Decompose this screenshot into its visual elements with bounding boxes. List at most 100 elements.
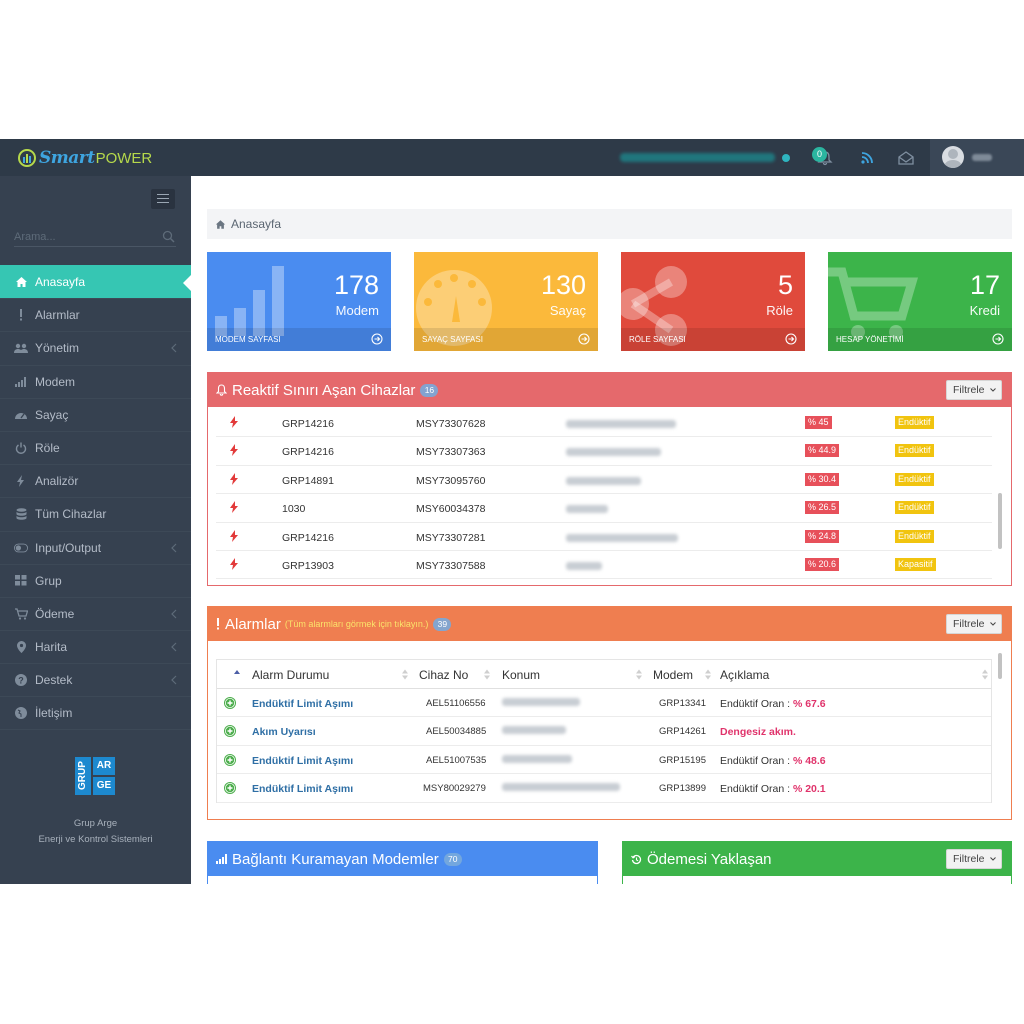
- alarm-status-cell: Akım Uyarısı: [252, 726, 316, 739]
- stat-footer-label: SAYAÇ SAYFASI: [422, 335, 483, 344]
- alarmlar-panel-header: Alarmlar (Tüm alarmları görmek için tıkl…: [208, 607, 1011, 641]
- sidebar-item-iletisim[interactable]: İletişim: [0, 696, 191, 730]
- sidebar-item-anasayfa[interactable]: Anasayfa: [0, 265, 191, 299]
- logo-mark-icon: [18, 149, 36, 167]
- modem-cell: GRP14216: [282, 446, 334, 459]
- bolt-icon: [230, 472, 238, 485]
- home-icon: [215, 219, 226, 229]
- alarmlar-title: Alarmlar: [225, 615, 281, 633]
- sort-icon[interactable]: [636, 669, 642, 680]
- table-row[interactable]: GRP14216 MSY73307363 % 44.9 Endüktif: [216, 437, 992, 466]
- chevron-left-icon: [171, 343, 177, 353]
- modem-cell: GRP14891: [282, 474, 334, 487]
- sidebar-item-tum-cihazlar[interactable]: Tüm Cihazlar: [0, 497, 191, 530]
- table-row[interactable]: GRP14216 MSY73307281 % 24.8 Endüktif: [216, 523, 992, 551]
- breadcrumb: Anasayfa: [207, 209, 1012, 239]
- sidebar-item-label: İletişim: [35, 706, 73, 721]
- stat-card-modem[interactable]: 178 Modem MODEM SAYFASI: [207, 252, 391, 351]
- online-status-dot: [782, 154, 790, 162]
- sidebar-item-input-output[interactable]: Input/Output: [0, 530, 191, 564]
- power-icon: [14, 441, 28, 455]
- sort-up-icon[interactable]: [234, 669, 240, 680]
- table-row[interactable]: Endüktif Limit Aşımı MSY80029279 GRP1389…: [217, 774, 991, 803]
- table-row[interactable]: Endüktif Limit Aşımı AEL51106556 GRP1334…: [217, 689, 991, 718]
- sort-icon[interactable]: [484, 669, 490, 680]
- alarm-status-cell: Endüktif Limit Aşımı: [252, 754, 354, 767]
- reaktif-filter-button[interactable]: Filtrele: [946, 380, 1002, 400]
- sidebar-item-sayac[interactable]: Sayaç: [0, 397, 191, 431]
- sidebar-item-grup[interactable]: Grup: [0, 563, 191, 597]
- history-icon: [631, 853, 643, 865]
- ratio-badge: % 20.6: [805, 557, 840, 571]
- alarmlar-filter-button[interactable]: Filtrele: [946, 614, 1002, 634]
- stat-footer-link[interactable]: MODEM SAYFASI: [207, 328, 391, 351]
- dashboard-icon: [14, 408, 28, 422]
- sidebar-item-yonetim[interactable]: Yönetim: [0, 331, 191, 364]
- grup-arge-logo: GRUP AR GE: [75, 757, 115, 795]
- chevron-left-icon: [171, 642, 177, 652]
- stat-footer-link[interactable]: RÖLE SAYFASI: [621, 328, 805, 351]
- stat-footer-link[interactable]: HESAP YÖNETİMİ: [828, 328, 1012, 351]
- stat-card-kredi[interactable]: 17 Kredi HESAP YÖNETİMİ: [828, 252, 1012, 351]
- top-bar: Smart POWER 0: [0, 139, 1024, 176]
- chevron-left-icon: [171, 543, 177, 552]
- expand-plus-icon[interactable]: [224, 697, 236, 709]
- search-icon[interactable]: [162, 230, 175, 243]
- alarmlar-panel: Alarmlar (Tüm alarmları görmek için tıkl…: [207, 606, 1012, 820]
- sidebar-item-harita[interactable]: Harita: [0, 630, 191, 663]
- sidebar-toggle-button[interactable]: [151, 189, 175, 209]
- table-row[interactable]: GRP13903 MSY73307588 % 20.6 Kapasitif: [216, 551, 992, 580]
- odemesi-panel: Ödemesi Yaklaşan Filtrele: [622, 841, 1012, 884]
- odemesi-filter-button[interactable]: Filtrele: [946, 849, 1002, 869]
- stat-card-role[interactable]: 5 Röle RÖLE SAYFASI: [621, 252, 805, 351]
- meter-cell: MSY73307281: [416, 531, 486, 544]
- bolt-icon: [230, 557, 238, 570]
- sidebar-item-alarmlar[interactable]: Alarmlar: [0, 298, 191, 331]
- sort-icon[interactable]: [705, 669, 711, 680]
- reaktif-title: Reaktif Sınırı Aşan Cihazlar: [232, 381, 416, 399]
- expand-plus-icon[interactable]: [224, 782, 236, 795]
- sidebar-item-analizor[interactable]: Analizör: [0, 464, 191, 497]
- column-cihaz-no[interactable]: Cihaz No: [419, 668, 468, 682]
- alarmlar-scrollbar[interactable]: [998, 653, 1002, 679]
- stat-number: 17: [969, 270, 1000, 300]
- stat-footer-link[interactable]: SAYAÇ SAYFASI: [414, 328, 598, 351]
- baglanti-title: Bağlantı Kuramayan Modemler: [232, 850, 439, 868]
- sort-icon[interactable]: [402, 669, 408, 680]
- rss-icon[interactable]: [858, 149, 876, 167]
- table-row[interactable]: Akım Uyarısı AEL50034885 GRP14261 Denges…: [217, 717, 991, 746]
- stat-number: 178: [333, 270, 379, 300]
- search-input[interactable]: [14, 228, 154, 246]
- notification-badge: 0: [812, 147, 827, 162]
- stat-footer-label: HESAP YÖNETİMİ: [836, 335, 904, 344]
- sidebar-item-role[interactable]: Röle: [0, 430, 191, 464]
- alarm-status-cell: Endüktif Limit Aşımı: [252, 783, 354, 796]
- alarmlar-see-all-link[interactable]: (Tüm alarmları görmek için tıklayın.): [285, 619, 429, 629]
- sidebar-item-modem[interactable]: Modem: [0, 364, 191, 398]
- column-modem[interactable]: Modem: [653, 668, 693, 682]
- expand-plus-icon[interactable]: [224, 725, 236, 738]
- ratio-badge: % 30.4: [805, 472, 840, 486]
- brand-logo[interactable]: Smart POWER: [18, 147, 152, 169]
- chevron-left-icon: [171, 609, 177, 619]
- stat-card-sayac[interactable]: 130 Sayaç SAYAÇ SAYFASI: [414, 252, 598, 351]
- modem-cell: GRP14216: [282, 531, 334, 544]
- envelope-open-icon[interactable]: [897, 149, 915, 167]
- table-row[interactable]: Endüktif Limit Aşımı AEL51007535 GRP1519…: [217, 746, 991, 775]
- table-row[interactable]: 1030 MSY60034378 % 26.5 Endüktif: [216, 494, 992, 523]
- table-row[interactable]: GRP14891 MSY73095760 % 30.4 Endüktif: [216, 466, 992, 495]
- column-alarm-durumu[interactable]: Alarm Durumu: [252, 668, 329, 682]
- stat-label: Kredi: [969, 303, 1000, 318]
- sort-icon[interactable]: [982, 669, 988, 680]
- column-konum[interactable]: Konum: [502, 668, 540, 682]
- column-aciklama[interactable]: Açıklama: [720, 668, 769, 682]
- reaktif-panel: Reaktif Sınırı Aşan Cihazlar 16 Filtrele…: [207, 372, 1012, 586]
- user-menu[interactable]: [930, 139, 1024, 176]
- table-row[interactable]: GRP14216 MSY73307628 % 45 Endüktif: [216, 409, 992, 438]
- sidebar-item-odeme[interactable]: Ödeme: [0, 596, 191, 630]
- breadcrumb-home[interactable]: Anasayfa: [231, 217, 281, 231]
- meter-cell: MSY73307363: [416, 446, 486, 459]
- reaktif-scrollbar[interactable]: [998, 493, 1002, 549]
- expand-plus-icon[interactable]: [224, 753, 236, 766]
- sidebar-item-destek[interactable]: ? Destek: [0, 663, 191, 696]
